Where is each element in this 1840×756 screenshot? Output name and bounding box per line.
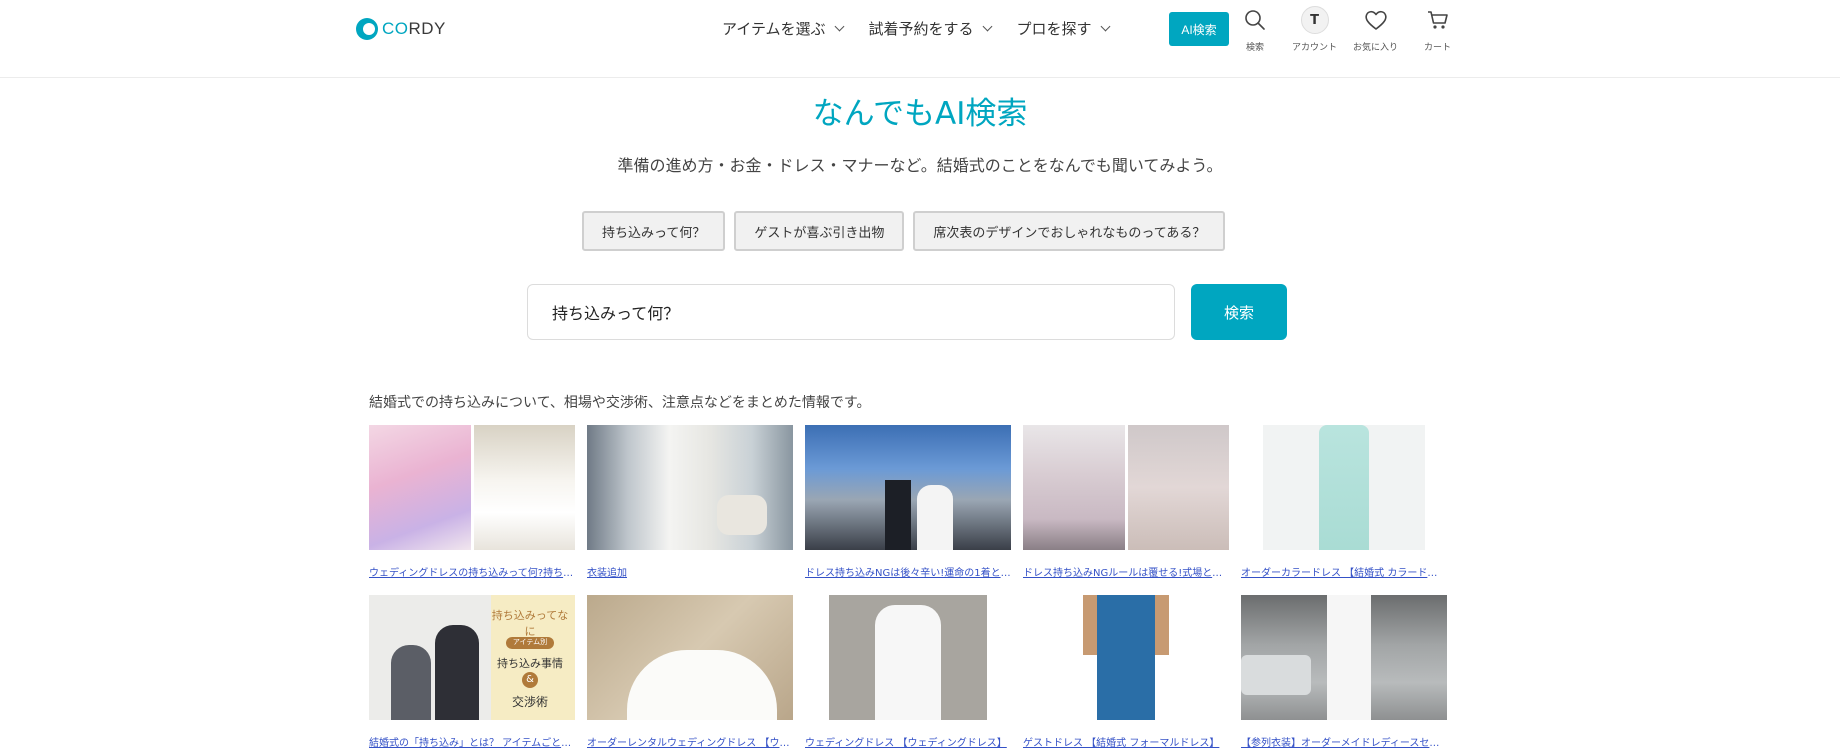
result-thumbnail [1241,595,1447,720]
result-thumbnail [1023,595,1229,720]
suggestion-chip-seating-chart[interactable]: 席次表のデザインでおしゃれなものってある？ [913,211,1226,251]
site-header: CORDY アイテムを選ぶ 試着予約をする プロを探す AI検索 検索 T アカ… [0,0,1840,78]
nav-label: 試着予約をする [868,19,974,38]
chevron-down-icon [982,21,992,31]
chevron-down-icon [834,21,844,31]
ai-answer-text: 結婚式での持ち込みについて、相場や交渉術、注意点などをまとめた情報です。 [369,395,871,411]
nav-choose-items[interactable]: アイテムを選ぶ [722,18,844,38]
result-card[interactable]: ウェディングドレス 【ウェディングドレス】 [805,595,1011,749]
cart-icon [1426,6,1450,34]
result-card[interactable]: ゲストドレス 【結婚式 フォーマルドレス】 [1023,595,1229,749]
thumb-text-amp: & [522,672,538,688]
search-label: 検索 [1245,43,1264,53]
suggestion-chip-bring-in[interactable]: 持ち込みって何？ [582,211,726,251]
result-card[interactable]: オーダーカラードレス 【結婚式 カラードレス】 [1241,425,1447,579]
search-icon [1244,6,1266,34]
result-thumbnail: 持ち込みってなに アイテム別 持ち込み事情 & 交渉術 [369,595,575,720]
main-nav: アイテムを選ぶ 試着予約をする プロを探す [722,18,1135,38]
result-thumbnail [1241,425,1447,550]
nav-label: アイテムを選ぶ [722,19,826,38]
suggestion-chip-gifts[interactable]: ゲストが喜ぶ引き出物 [734,211,905,251]
nav-fitting-reservation[interactable]: 試着予約をする [868,18,992,38]
header-search[interactable]: 検索 [1244,6,1266,53]
ai-search-button[interactable]: AI検索 [1169,12,1229,46]
heart-icon [1364,6,1388,34]
result-link[interactable]: ウェディングドレスの持ち込みって何?持ち込み料の相場と交渉術 [369,564,575,579]
logo-text-suffix: RDY [408,19,446,38]
result-thumbnail [805,425,1011,550]
nav-label: プロを探す [1016,19,1092,38]
result-card[interactable]: オーダーレンタルウェディングドレス 【ウェディングドレス】 [587,595,793,749]
result-card[interactable]: 衣装追加 [587,425,793,579]
result-link[interactable]: 結婚式の「持ち込み」とは？ アイテムごとの持ち込み事情 [369,734,575,749]
header-favorites[interactable]: お気に入り [1353,6,1398,53]
ai-search-input[interactable] [527,284,1175,340]
header-account[interactable]: T アカウント [1292,6,1337,53]
cordy-logo[interactable]: CORDY [356,18,446,40]
result-thumbnail [587,595,793,720]
result-link[interactable]: 【参列衣装】オーダーメイドレディースセットアップ [1241,734,1447,749]
thumb-text-badge: アイテム別 [506,637,554,649]
header-cart[interactable]: カート [1424,6,1451,53]
page-subtitle: 準備の進め方・お金・ドレス・マナーなど。結婚式のことをなんでも聞いてみよう。 [617,156,1223,175]
result-link[interactable]: ウェディングドレス 【ウェディングドレス】 [805,734,1011,749]
suggestion-chips: 持ち込みって何？ ゲストが喜ぶ引き出物 席次表のデザインでおしゃれなものってある… [582,211,1234,251]
result-card[interactable]: 持ち込みってなに アイテム別 持ち込み事情 & 交渉術 結婚式の「持ち込み」とは… [369,595,575,749]
result-card[interactable]: ウェディングドレスの持ち込みって何?持ち込み料の相場と交渉術 [369,425,575,579]
nav-find-pro[interactable]: プロを探す [1016,18,1110,38]
result-thumbnail [369,425,575,550]
logo-text: CORDY [382,19,446,39]
result-link[interactable]: オーダーレンタルウェディングドレス 【ウェディングドレス】 [587,734,793,749]
result-thumbnail [1023,425,1229,550]
thumb-text-line1: 持ち込みってなに [491,609,569,638]
thumb-text-line3: 交渉術 [511,695,548,709]
result-link[interactable]: ドレス持ち込みNGルールは覆せる!式場との交渉術 [1023,564,1229,579]
chevron-down-icon [1100,21,1110,31]
cart-label: カート [1424,43,1452,53]
thumb-text-line2: 持ち込み事情 [497,657,563,670]
result-card[interactable]: ドレス持ち込みNGルールは覆せる!式場との交渉術 [1023,425,1229,579]
result-link[interactable]: オーダーカラードレス 【結婚式 カラードレス】 [1241,564,1447,579]
result-link[interactable]: ゲストドレス 【結婚式 フォーマルドレス】 [1023,734,1229,749]
result-thumbnail [805,595,1011,720]
result-card[interactable]: ドレス持ち込みNGは後々辛い!運命の1着と出会うために [805,425,1011,579]
result-link[interactable]: ドレス持ち込みNGは後々辛い!運命の1着と出会うために [805,564,1011,579]
logo-mark-icon [356,18,378,40]
avatar: T [1300,6,1329,34]
result-thumbnail [587,425,793,550]
page-title: なんでもAI検索 [812,96,1028,132]
account-label: アカウント [1292,43,1338,53]
search-submit-button[interactable]: 検索 [1191,284,1287,340]
result-link[interactable]: 衣装追加 [587,564,793,579]
result-card[interactable]: 【参列衣装】オーダーメイドレディースセットアップ [1241,595,1447,749]
logo-text-prefix: CO [382,19,409,38]
favorites-label: お気に入り [1353,43,1399,53]
